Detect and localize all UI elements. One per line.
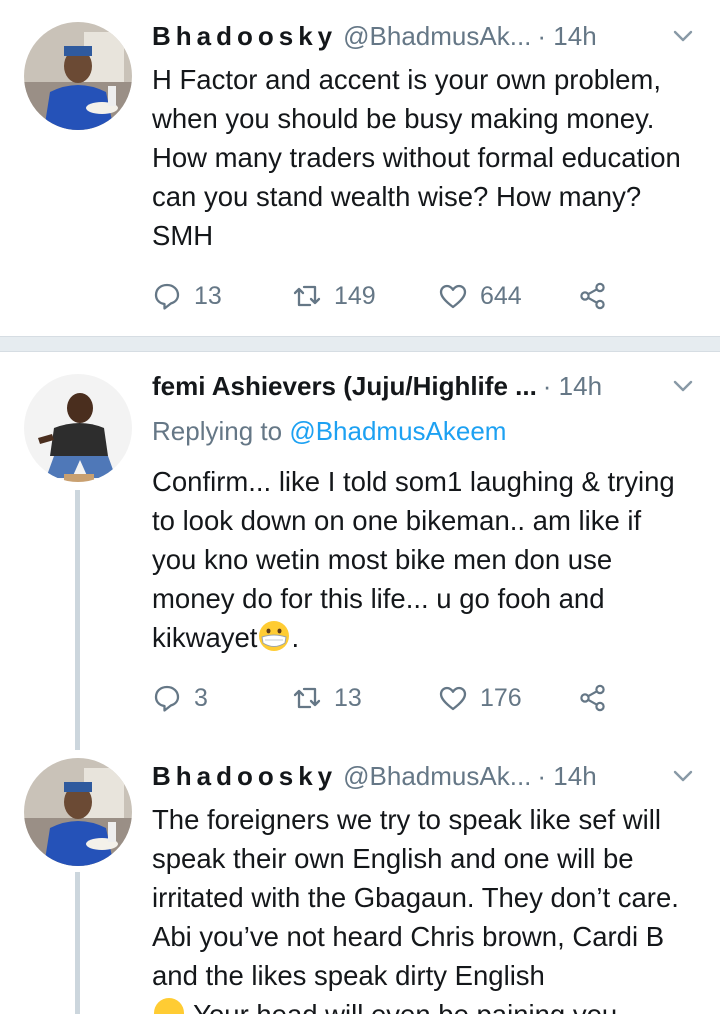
chevron-down-icon[interactable] xyxy=(670,763,696,789)
like-count: 176 xyxy=(480,683,522,712)
thread-line xyxy=(75,490,80,742)
retweet-count: 149 xyxy=(334,281,376,310)
tweet-text-content: The foreigners we try to speak like sef … xyxy=(152,804,679,991)
display-name[interactable]: Bhadoosky xyxy=(152,21,337,52)
retweet-button[interactable]: 149 xyxy=(292,276,376,316)
retweet-icon xyxy=(293,687,321,709)
avatar[interactable] xyxy=(24,374,132,482)
like-button[interactable]: 644 xyxy=(438,276,522,316)
share-icon xyxy=(580,684,605,712)
reply-icon xyxy=(154,685,180,712)
tweet-text-content: Confirm... like I told som1 laughing & t… xyxy=(152,466,675,653)
replying-to-handle-link[interactable]: @BhadmusAkeem xyxy=(289,416,506,446)
reply-button[interactable]: 3 xyxy=(152,678,208,718)
replying-to: Replying to @BhadmusAkeem xyxy=(152,416,506,447)
reply-count: 13 xyxy=(194,281,222,310)
heart-icon xyxy=(439,686,467,711)
like-count: 644 xyxy=(480,281,522,310)
retweet-icon xyxy=(293,285,321,307)
tweet-header: Bhadoosky @BhadmusAk... · 14h xyxy=(152,756,696,796)
reply-button[interactable]: 13 xyxy=(152,276,222,316)
tweet-1[interactable]: Bhadoosky @BhadmusAk... · 14h H Factor a… xyxy=(0,0,720,336)
chevron-down-icon[interactable] xyxy=(670,373,696,399)
tweet-text-cut: Your head will even be paining you xyxy=(193,999,617,1014)
like-button[interactable]: 176 xyxy=(438,678,522,718)
reply-count: 3 xyxy=(194,683,208,712)
avatar[interactable] xyxy=(24,22,132,130)
tweet-text: Confirm... like I told som1 laughing & t… xyxy=(152,462,692,657)
display-name[interactable]: Bhadoosky xyxy=(152,761,337,792)
timestamp[interactable]: · 14h xyxy=(537,21,596,52)
display-name[interactable]: femi Ashievers (Juju/Highlife ... xyxy=(152,371,537,402)
tweet-divider xyxy=(0,336,720,352)
reply-icon xyxy=(154,283,180,310)
heart-icon xyxy=(439,284,467,309)
share-icon xyxy=(580,282,605,310)
tweet-text: H Factor and accent is your own problem,… xyxy=(152,64,681,251)
tweet-actions: 13 149 644 xyxy=(152,276,622,316)
grinning-emoji xyxy=(154,998,184,1014)
thread-line xyxy=(75,872,80,1014)
tweet-3[interactable]: Bhadoosky @BhadmusAk... · 14h The foreig… xyxy=(0,742,720,1014)
replying-to-label: Replying to xyxy=(152,416,283,446)
retweet-count: 13 xyxy=(334,683,362,712)
tweet-actions: 3 13 176 xyxy=(152,678,622,718)
tweet-text: The foreigners we try to speak like sef … xyxy=(152,800,692,1014)
tweet-text-tail: . xyxy=(291,622,300,653)
chevron-down-icon[interactable] xyxy=(670,23,696,49)
mask-face-emoji xyxy=(259,621,290,651)
tweet-header: femi Ashievers (Juju/Highlife ... · 14h xyxy=(152,366,696,406)
user-handle[interactable]: @BhadmusAk... xyxy=(343,761,531,792)
share-button[interactable] xyxy=(578,678,620,718)
tweet-2[interactable]: femi Ashievers (Juju/Highlife ... · 14h … xyxy=(0,352,720,742)
timestamp[interactable]: · 14h xyxy=(543,371,602,402)
tweet-header: Bhadoosky @BhadmusAk... · 14h xyxy=(152,16,696,56)
retweet-button[interactable]: 13 xyxy=(292,678,362,718)
timestamp[interactable]: · 14h xyxy=(537,761,596,792)
share-button[interactable] xyxy=(578,276,620,316)
user-handle[interactable]: @BhadmusAk... xyxy=(343,21,531,52)
thread-line xyxy=(75,742,80,750)
avatar[interactable] xyxy=(24,758,132,866)
